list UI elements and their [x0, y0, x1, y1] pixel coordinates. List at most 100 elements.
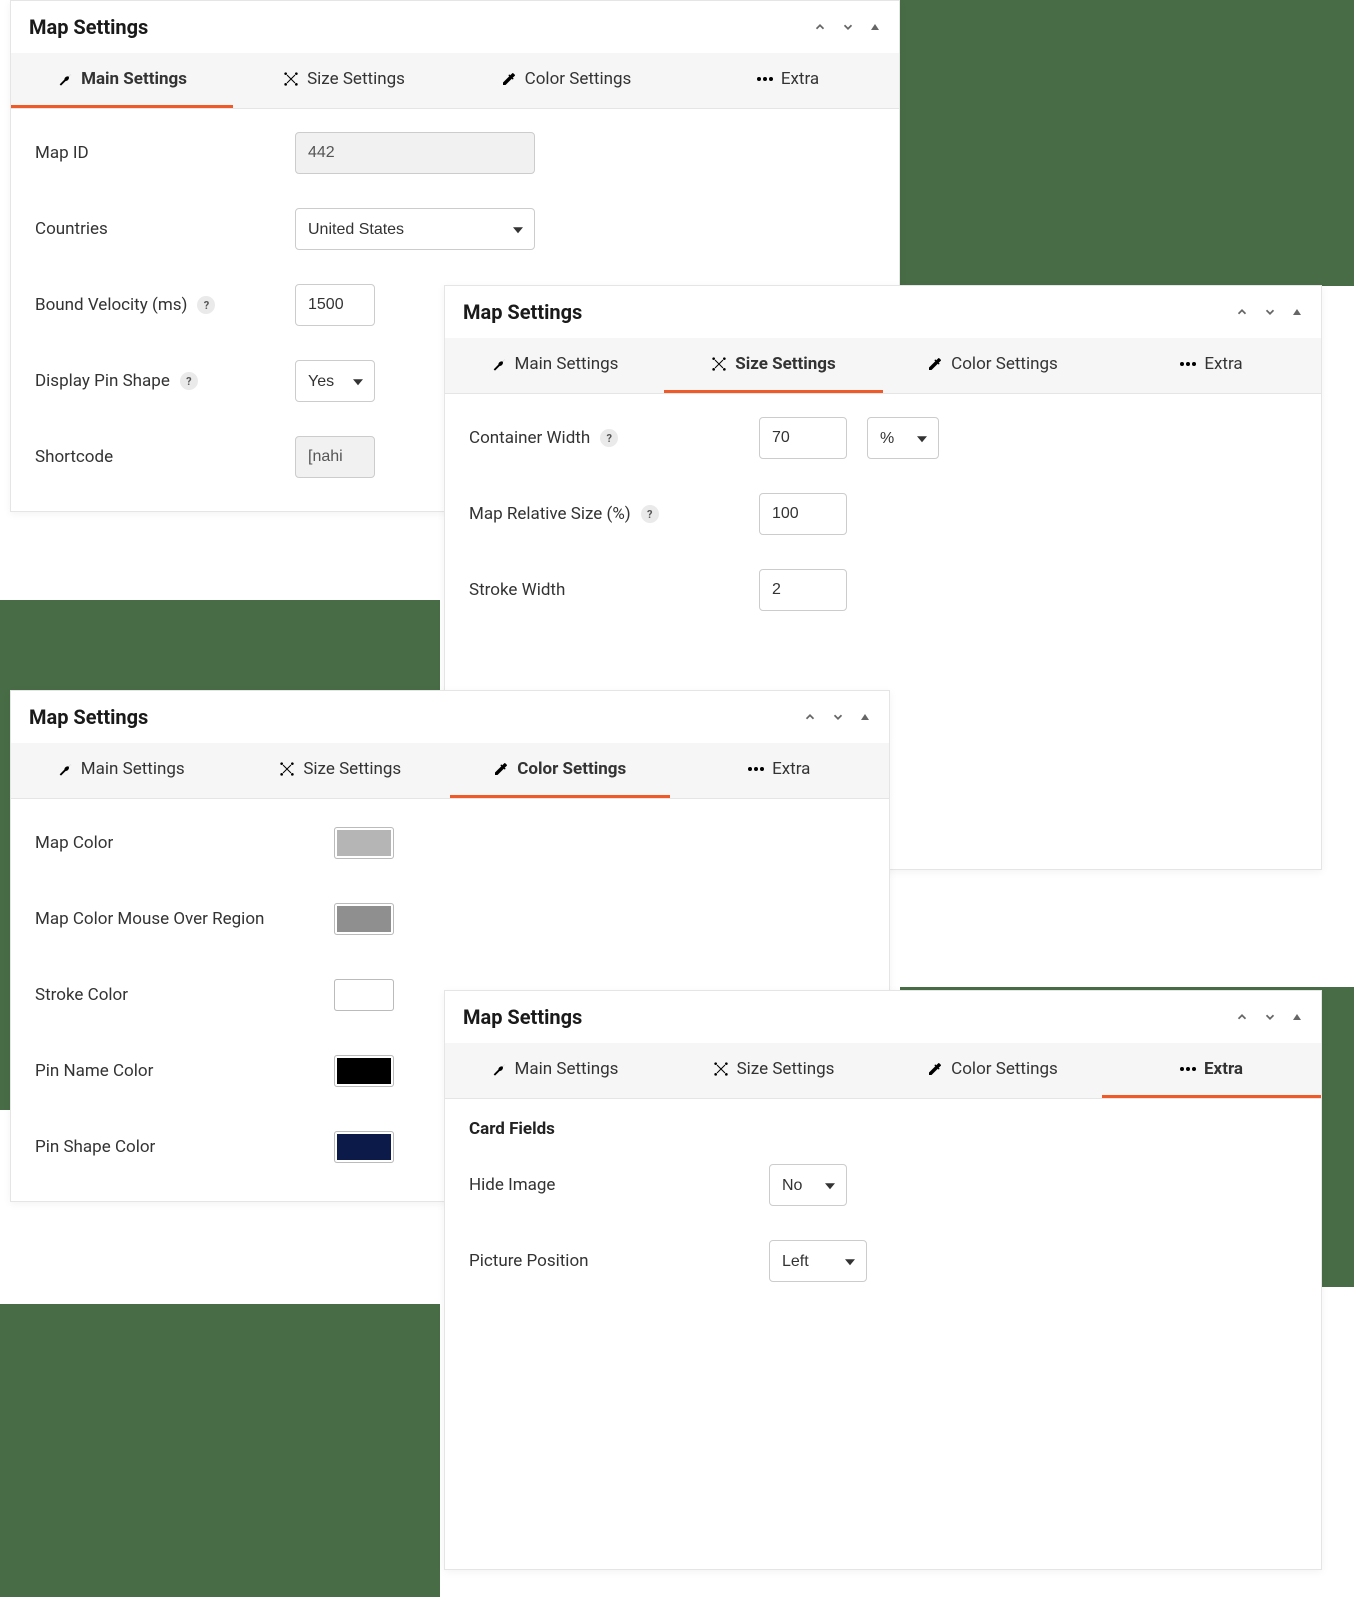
- field-label: Pin Name Color: [35, 1061, 335, 1081]
- resize-icon: [279, 761, 295, 777]
- eyedropper-icon: [927, 1061, 943, 1077]
- bg-block: [0, 1304, 440, 1597]
- tab-color[interactable]: Color Settings: [455, 53, 677, 108]
- tab-label: Color Settings: [951, 354, 1058, 374]
- tab-extra[interactable]: Extra: [1102, 1043, 1321, 1098]
- tab-label: Extra: [781, 69, 819, 89]
- panel-body: Container Width ? % Map Relative Size (%…: [445, 394, 1321, 662]
- tab-color[interactable]: Color Settings: [883, 338, 1102, 393]
- pin-select[interactable]: Yes: [295, 360, 375, 402]
- map-color-swatch[interactable]: [335, 828, 393, 858]
- resize-icon: [713, 1061, 729, 1077]
- wrench-icon: [491, 356, 507, 372]
- container-unit-select[interactable]: %: [867, 417, 939, 459]
- tab-main[interactable]: Main Settings: [445, 338, 664, 393]
- field-label: Picture Position: [469, 1251, 769, 1271]
- collapse-icon[interactable]: [1291, 1011, 1303, 1023]
- countries-select[interactable]: United States: [295, 208, 535, 250]
- tab-color[interactable]: Color Settings: [450, 743, 670, 798]
- move-up-icon[interactable]: [1235, 1010, 1249, 1024]
- tab-main[interactable]: Main Settings: [11, 743, 231, 798]
- tab-color[interactable]: Color Settings: [883, 1043, 1102, 1098]
- tab-size[interactable]: Size Settings: [231, 743, 451, 798]
- panel-controls: [813, 20, 881, 34]
- field-map-id: Map ID: [35, 129, 875, 177]
- collapse-icon[interactable]: [869, 21, 881, 33]
- collapse-icon[interactable]: [859, 711, 871, 723]
- help-icon[interactable]: ?: [641, 505, 659, 523]
- tab-extra[interactable]: Extra: [670, 743, 890, 798]
- tab-label: Color Settings: [517, 759, 626, 779]
- panel-controls: [1235, 1010, 1303, 1024]
- tab-label: Size Settings: [737, 1059, 835, 1079]
- panel-title: Map Settings: [29, 705, 148, 729]
- field-hover-color: Map Color Mouse Over Region: [35, 895, 865, 943]
- move-down-icon[interactable]: [1263, 1010, 1277, 1024]
- ellipsis-icon: [1180, 1061, 1196, 1077]
- field-label: Map Color Mouse Over Region: [35, 909, 335, 929]
- tab-label: Main Settings: [81, 759, 185, 779]
- container-width-input[interactable]: [759, 417, 847, 459]
- pin-shape-color-swatch[interactable]: [335, 1132, 393, 1162]
- rel-size-input[interactable]: [759, 493, 847, 535]
- help-icon[interactable]: ?: [180, 372, 198, 390]
- tab-extra[interactable]: Extra: [677, 53, 899, 108]
- shortcode-input: [295, 436, 375, 478]
- field-label: Bound Velocity (ms) ?: [35, 295, 295, 315]
- tab-main[interactable]: Main Settings: [445, 1043, 664, 1098]
- stroke-color-swatch[interactable]: [335, 980, 393, 1010]
- tab-main[interactable]: Main Settings: [11, 53, 233, 108]
- tab-label: Extra: [1204, 354, 1242, 374]
- tab-size[interactable]: Size Settings: [233, 53, 455, 108]
- tab-label: Size Settings: [307, 69, 405, 89]
- ellipsis-icon: [748, 761, 764, 777]
- tabs: Main Settings Size Settings Color Settin…: [445, 338, 1321, 394]
- panel-title: Map Settings: [463, 300, 582, 324]
- field-label: Container Width ?: [469, 428, 759, 448]
- tabs: Main Settings Size Settings Color Settin…: [11, 743, 889, 799]
- tab-label: Main Settings: [515, 1059, 619, 1079]
- hide-image-select[interactable]: No: [769, 1164, 847, 1206]
- help-icon[interactable]: ?: [197, 296, 215, 314]
- ellipsis-icon: [1180, 356, 1196, 372]
- field-label: Stroke Width: [469, 580, 759, 600]
- tab-size[interactable]: Size Settings: [664, 1043, 883, 1098]
- move-down-icon[interactable]: [831, 710, 845, 724]
- panel-title: Map Settings: [29, 15, 148, 39]
- hover-color-swatch[interactable]: [335, 904, 393, 934]
- move-up-icon[interactable]: [813, 20, 827, 34]
- move-down-icon[interactable]: [1263, 305, 1277, 319]
- field-label: Map Color: [35, 833, 335, 853]
- panel-controls: [803, 710, 871, 724]
- field-label: Hide Image: [469, 1175, 769, 1195]
- field-label: Map Relative Size (%) ?: [469, 504, 759, 524]
- help-icon[interactable]: ?: [600, 429, 618, 447]
- wrench-icon: [57, 761, 73, 777]
- field-picture-position: Picture Position Left: [469, 1237, 1297, 1285]
- tab-label: Color Settings: [951, 1059, 1058, 1079]
- field-label: Pin Shape Color: [35, 1137, 335, 1157]
- move-down-icon[interactable]: [841, 20, 855, 34]
- picture-position-select[interactable]: Left: [769, 1240, 867, 1282]
- panel-body: Card Fields Hide Image No Picture Positi…: [445, 1099, 1321, 1333]
- tab-label: Extra: [1204, 1059, 1243, 1079]
- move-up-icon[interactable]: [1235, 305, 1249, 319]
- move-up-icon[interactable]: [803, 710, 817, 724]
- wrench-icon: [57, 71, 73, 87]
- wrench-icon: [491, 1061, 507, 1077]
- tab-label: Size Settings: [303, 759, 401, 779]
- pin-name-color-swatch[interactable]: [335, 1056, 393, 1086]
- tabs: Main Settings Size Settings Color Settin…: [445, 1043, 1321, 1099]
- collapse-icon[interactable]: [1291, 306, 1303, 318]
- field-label: Shortcode: [35, 447, 295, 467]
- tab-size[interactable]: Size Settings: [664, 338, 883, 393]
- field-rel-size: Map Relative Size (%) ?: [469, 490, 1297, 538]
- field-map-color: Map Color: [35, 819, 865, 867]
- eyedropper-icon: [927, 356, 943, 372]
- ellipsis-icon: [757, 71, 773, 87]
- tab-extra[interactable]: Extra: [1102, 338, 1321, 393]
- field-label: Stroke Color: [35, 985, 335, 1005]
- stroke-width-input[interactable]: [759, 569, 847, 611]
- bound-input[interactable]: [295, 284, 375, 326]
- panel-header: Map Settings: [445, 286, 1321, 338]
